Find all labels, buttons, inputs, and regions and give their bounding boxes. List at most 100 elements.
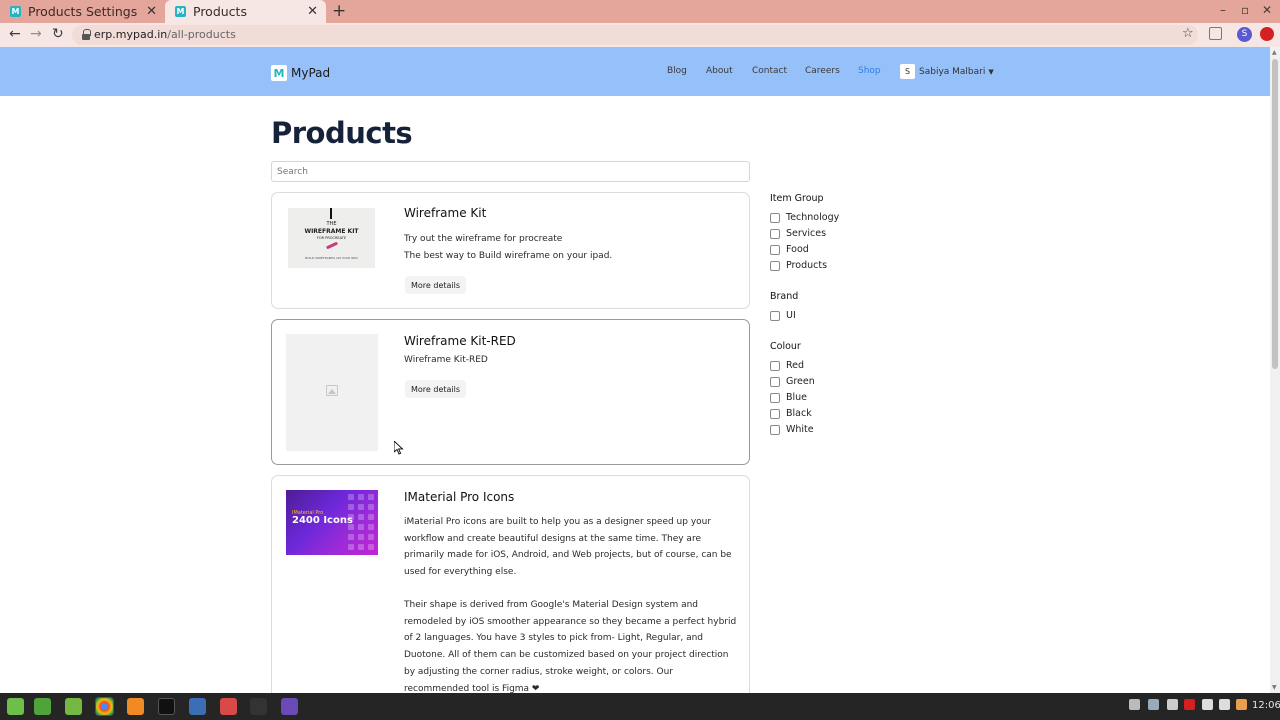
- filter-food[interactable]: Food: [770, 244, 809, 255]
- caret-down-icon: ▼: [988, 67, 994, 76]
- search-input[interactable]: [271, 161, 750, 182]
- product-name[interactable]: Wireframe Kit: [404, 206, 486, 220]
- page-title: Products: [271, 116, 413, 150]
- more-details-button[interactable]: More details: [405, 276, 466, 294]
- bluetooth-tray-icon[interactable]: [1167, 699, 1178, 710]
- tab-products[interactable]: M Products ✕: [165, 0, 326, 23]
- product-name[interactable]: Wireframe Kit-RED: [404, 334, 516, 348]
- window-close-icon[interactable]: ✕: [1262, 3, 1272, 17]
- product-name[interactable]: IMaterial Pro Icons: [404, 490, 514, 504]
- product-image-placeholder[interactable]: [286, 334, 378, 451]
- tab-title: Products: [193, 4, 247, 19]
- product-description-paragraph: iMaterial Pro icons are built to help yo…: [404, 517, 732, 578]
- filter-services[interactable]: Services: [770, 228, 826, 239]
- filter-blue[interactable]: Blue: [770, 392, 807, 403]
- chrome-icon[interactable]: [95, 697, 114, 716]
- filter-black[interactable]: Black: [770, 408, 812, 419]
- new-tab-plus-icon[interactable]: +: [332, 1, 346, 21]
- scrollbar-thumb[interactable]: [1272, 59, 1278, 369]
- app-red-icon[interactable]: [220, 698, 237, 715]
- app-orange-icon[interactable]: [127, 698, 144, 715]
- site-logo[interactable]: M MyPad: [271, 65, 330, 81]
- page-scrollbar[interactable]: ▲ ▼: [1270, 47, 1280, 693]
- filter-heading-item-group: Item Group: [770, 193, 824, 204]
- product-card: IMaterial Pro 2400 Icons IMaterial Pro I…: [271, 475, 750, 705]
- checkbox[interactable]: [770, 360, 780, 371]
- checkbox[interactable]: [770, 376, 780, 387]
- back-arrow-icon[interactable]: ←: [9, 26, 21, 42]
- tab-close-icon[interactable]: ✕: [307, 4, 318, 19]
- camera-icon[interactable]: [189, 698, 206, 715]
- product-image-wireframe-kit[interactable]: THE WIREFRAME KIT FOR PROCREATE BUILD WI…: [288, 208, 375, 268]
- checkbox[interactable]: [770, 244, 780, 255]
- tab-close-icon[interactable]: ✕: [146, 4, 157, 19]
- site-name: MyPad: [291, 66, 331, 80]
- address-toolbar: ← → ↻ erp.mypad.in/all-products ☆ S: [0, 23, 1280, 47]
- filter-products[interactable]: Products: [770, 260, 827, 271]
- site-favicon-icon: M: [175, 6, 186, 17]
- clock[interactable]: 12:06: [1252, 700, 1280, 711]
- user-menu[interactable]: S Sabiya Malbari ▼: [900, 64, 994, 79]
- mouse-cursor-icon: [394, 441, 404, 455]
- checkbox[interactable]: [770, 424, 780, 435]
- scroll-up-icon[interactable]: ▲: [1272, 49, 1277, 56]
- nav-blog[interactable]: Blog: [667, 66, 687, 76]
- reload-icon[interactable]: ↻: [52, 26, 64, 42]
- profile-avatar[interactable]: S: [1237, 27, 1252, 42]
- filter-white[interactable]: White: [770, 424, 814, 435]
- lock-icon: [82, 29, 91, 40]
- checkbox[interactable]: [770, 392, 780, 403]
- nav-contact[interactable]: Contact: [752, 66, 787, 76]
- shield-tray-icon[interactable]: [1148, 699, 1159, 710]
- filter-technology[interactable]: Technology: [770, 212, 839, 223]
- wifi-tray-icon[interactable]: [1202, 699, 1213, 710]
- url-bar[interactable]: erp.mypad.in/all-products: [72, 25, 1198, 45]
- product-image-imaterial-icons[interactable]: IMaterial Pro 2400 Icons: [286, 490, 378, 555]
- media-player-icon[interactable]: [250, 698, 267, 715]
- nav-shop[interactable]: Shop: [858, 66, 881, 76]
- menu-icon[interactable]: [7, 698, 24, 715]
- mypad-logo-icon: M: [271, 65, 287, 81]
- user-avatar: S: [900, 64, 915, 79]
- user-name: Sabiya Malbari: [919, 66, 986, 77]
- maximize-icon[interactable]: ▫: [1241, 3, 1249, 17]
- extension-icon[interactable]: [1209, 27, 1222, 40]
- filter-green[interactable]: Green: [770, 376, 815, 387]
- product-description-line: Try out the wireframe for procreate: [404, 234, 563, 244]
- checkbox[interactable]: [770, 310, 780, 321]
- webcam-tray-icon[interactable]: [1129, 699, 1140, 710]
- terminal-icon[interactable]: [158, 698, 175, 715]
- show-desktop-icon[interactable]: [34, 698, 51, 715]
- tab-products-settings[interactable]: M Products Settings ✕: [0, 0, 165, 23]
- files-folder-icon[interactable]: [65, 698, 82, 715]
- scroll-down-icon[interactable]: ▼: [1272, 684, 1277, 691]
- filter-heading-colour: Colour: [770, 341, 801, 352]
- bookmark-star-icon[interactable]: ☆: [1182, 26, 1194, 41]
- sound-tray-icon[interactable]: [1219, 699, 1230, 710]
- filter-red[interactable]: Red: [770, 360, 804, 371]
- browser-tab-strip: M Products Settings ✕ M Products ✕ + – ▫…: [0, 0, 1280, 23]
- checkbox[interactable]: [770, 228, 780, 239]
- filter-ui[interactable]: UI: [770, 310, 796, 321]
- minimize-icon[interactable]: –: [1220, 3, 1226, 17]
- more-details-button[interactable]: More details: [405, 380, 466, 398]
- nav-careers[interactable]: Careers: [805, 66, 840, 76]
- app-tray-icon[interactable]: [1184, 699, 1195, 710]
- obs-icon[interactable]: [281, 698, 298, 715]
- url-text: erp.mypad.in/all-products: [94, 28, 236, 41]
- checkbox[interactable]: [770, 260, 780, 271]
- checkbox[interactable]: [770, 408, 780, 419]
- os-taskbar: 12:06: [0, 693, 1280, 720]
- checkbox[interactable]: [770, 212, 780, 223]
- product-description-line: The best way to Build wireframe on your …: [404, 251, 613, 261]
- red-extension-icon[interactable]: [1260, 27, 1274, 41]
- nav-about[interactable]: About: [706, 66, 733, 76]
- product-description-paragraph: Their shape is derived from Google's Mat…: [404, 600, 737, 694]
- battery-tray-icon[interactable]: [1236, 699, 1247, 710]
- site-navbar: [0, 47, 1270, 96]
- forward-arrow-icon[interactable]: →: [30, 26, 42, 42]
- product-card: THE WIREFRAME KIT FOR PROCREATE BUILD WI…: [271, 192, 750, 309]
- product-card: Wireframe Kit-RED Wireframe Kit-RED More…: [271, 319, 750, 465]
- site-favicon-icon: M: [10, 6, 21, 17]
- image-placeholder-icon: [326, 385, 338, 396]
